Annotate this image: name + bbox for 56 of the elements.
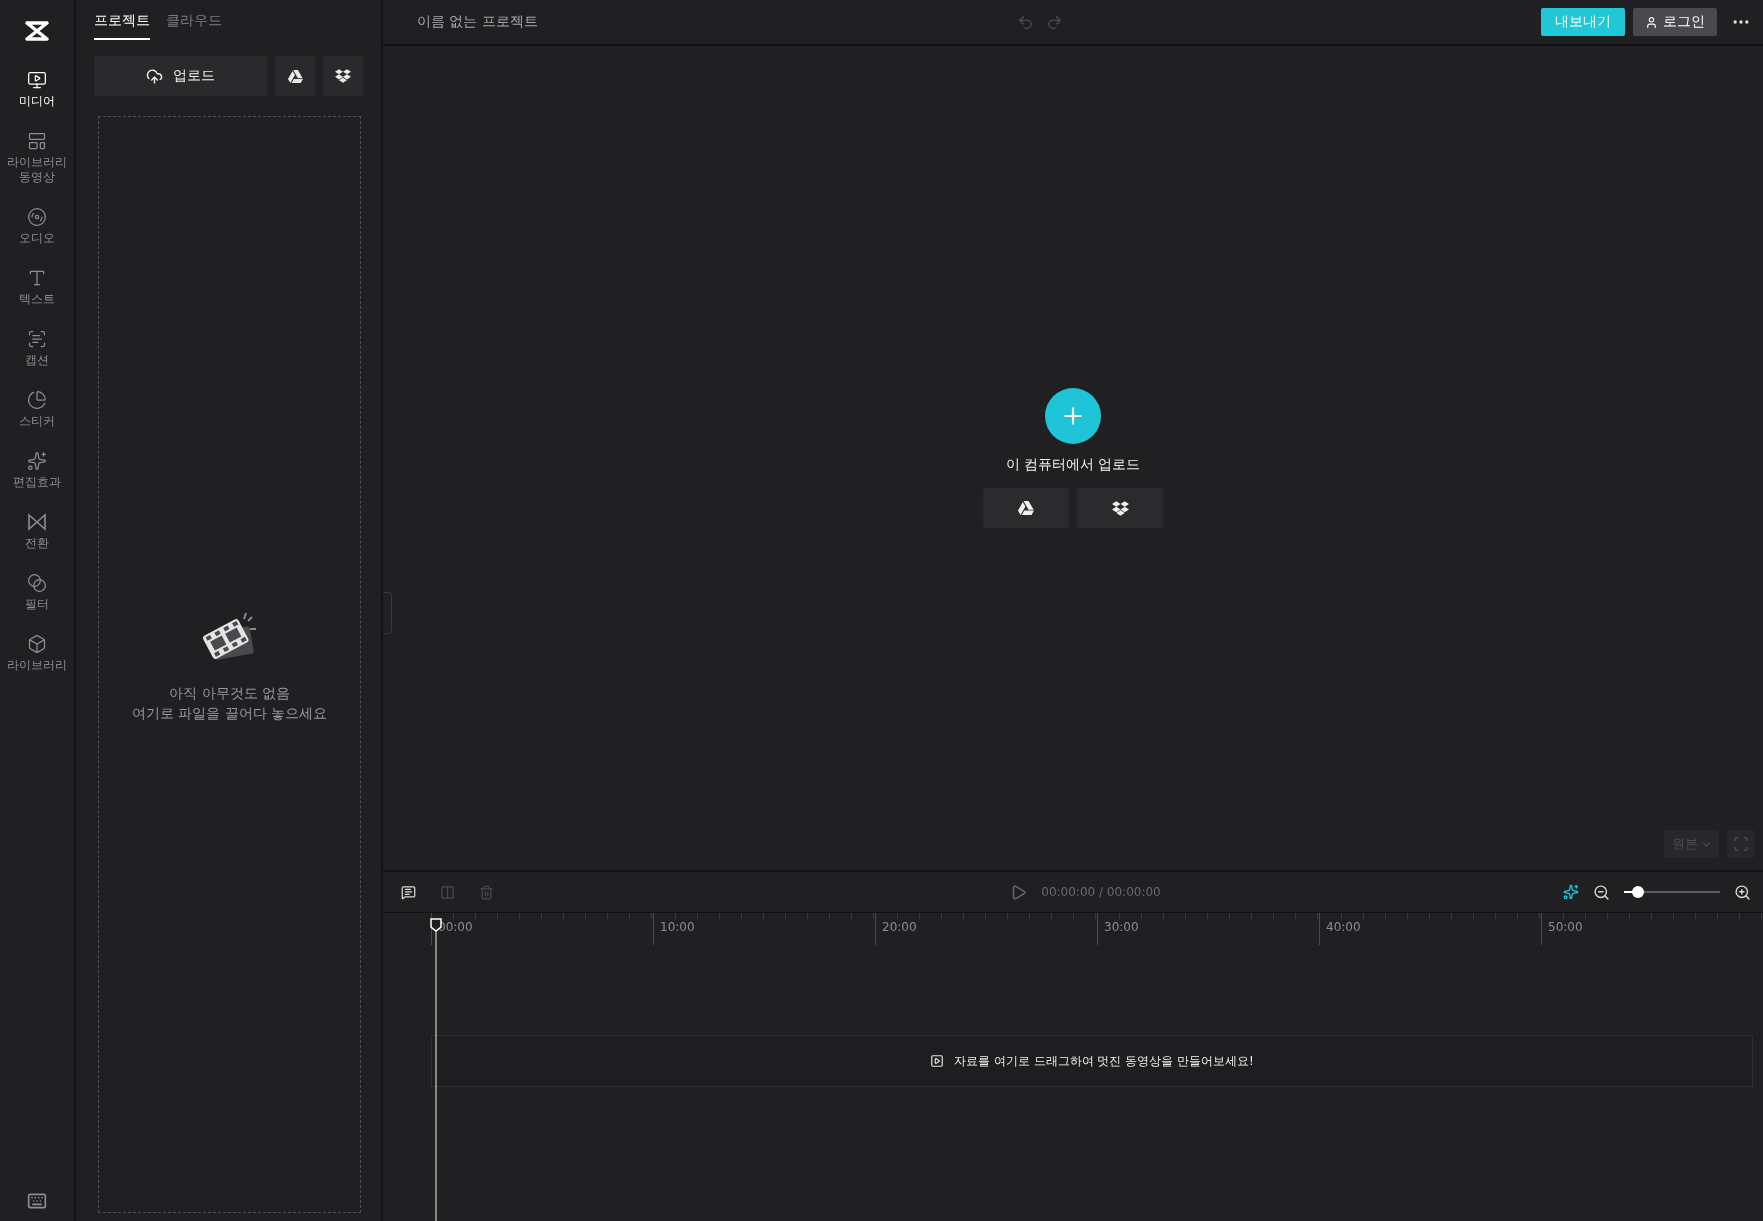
login-button[interactable]: 로그인 [1633,8,1717,36]
empty-message: 아직 아무것도 없음 여기로 파일을 끌어다 놓으세요 [131,683,328,723]
sidebar-icon [27,573,48,593]
file-drop-area[interactable]: 아직 아무것도 없음 여기로 파일을 끌어다 놓으세요 [98,116,361,1213]
drop-hint: 자료를 여기로 드래그하여 멋진 동영상을 만들어보세요! [954,1052,1254,1070]
sidebar-item[interactable]: 오디오 [2,207,73,246]
sidebar-icon [27,329,48,349]
panel-tab[interactable]: 프로젝트 [94,12,151,40]
dropbox-button[interactable] [323,56,363,96]
bowtie-icon [27,512,48,532]
drive-icon [287,68,303,84]
zoom-slider-thumb[interactable] [1632,886,1645,898]
ruler-label: 30:00 [1104,920,1139,934]
dropbox-icon [335,68,351,84]
ruler-label: 40:00 [1326,920,1361,934]
play-icon[interactable] [1010,883,1028,901]
sidebar-item[interactable]: 편집효과 [2,451,73,490]
dropbox-button[interactable] [1077,488,1163,528]
panel-collapse-handle[interactable] [383,592,392,634]
sidebar-item[interactable]: 라이브러리 [2,634,73,673]
sidebar-icon [27,390,48,410]
drive-icon [1018,500,1034,516]
sidebar-item[interactable]: 미디어 [2,70,73,109]
user-icon [1645,15,1658,29]
project-name[interactable]: 이름 없는 프로젝트 [417,13,1017,31]
sidebar-icon [27,131,48,151]
upload-label: 이 컴퓨터에서 업로드 [1005,456,1141,474]
add-media-button[interactable] [1045,388,1101,444]
zoom-out-icon[interactable] [1593,883,1610,901]
panel-tab[interactable]: 클라우드 [166,12,223,40]
dropbox-icon [1111,499,1129,517]
drive-button[interactable] [275,56,315,96]
marker-icon[interactable] [401,884,416,900]
sidebar-item[interactable]: 필터 [2,573,73,612]
track-drop-zone[interactable]: 자료를 여기로 드래그하여 멋진 동영상을 만들어보세요! [431,1035,1753,1087]
cloud-upload-icon [146,67,164,85]
sidebar-icon [27,70,48,90]
video-icon [930,1054,945,1068]
upload-button[interactable]: 업로드 [94,56,267,96]
keyboard-icon[interactable] [27,1191,48,1211]
sidebar-item[interactable]: 텍스트 [2,268,73,307]
ruler-label: 20:00 [882,920,917,934]
sidebar-icon [27,207,48,227]
time-display: 00:00:00 / 00:00:00 [1041,885,1161,899]
fullscreen-icon [1733,836,1749,852]
sidebar-icon [27,451,48,471]
sidebar-item[interactable]: 라이브러리 동영상 [2,131,73,185]
sidebar-item[interactable]: 전환 [2,512,73,551]
logo-icon[interactable] [24,20,51,42]
ruler-label: 10:00 [660,920,695,934]
drive-button[interactable] [983,488,1069,528]
sidebar-item[interactable]: 캡션 [2,329,73,368]
ruler-label: 50:00 [1548,920,1583,934]
zoom-in-icon[interactable] [1734,883,1751,901]
sidebar-icon [27,634,48,654]
sidebar-item[interactable]: 스티커 [2,390,73,429]
